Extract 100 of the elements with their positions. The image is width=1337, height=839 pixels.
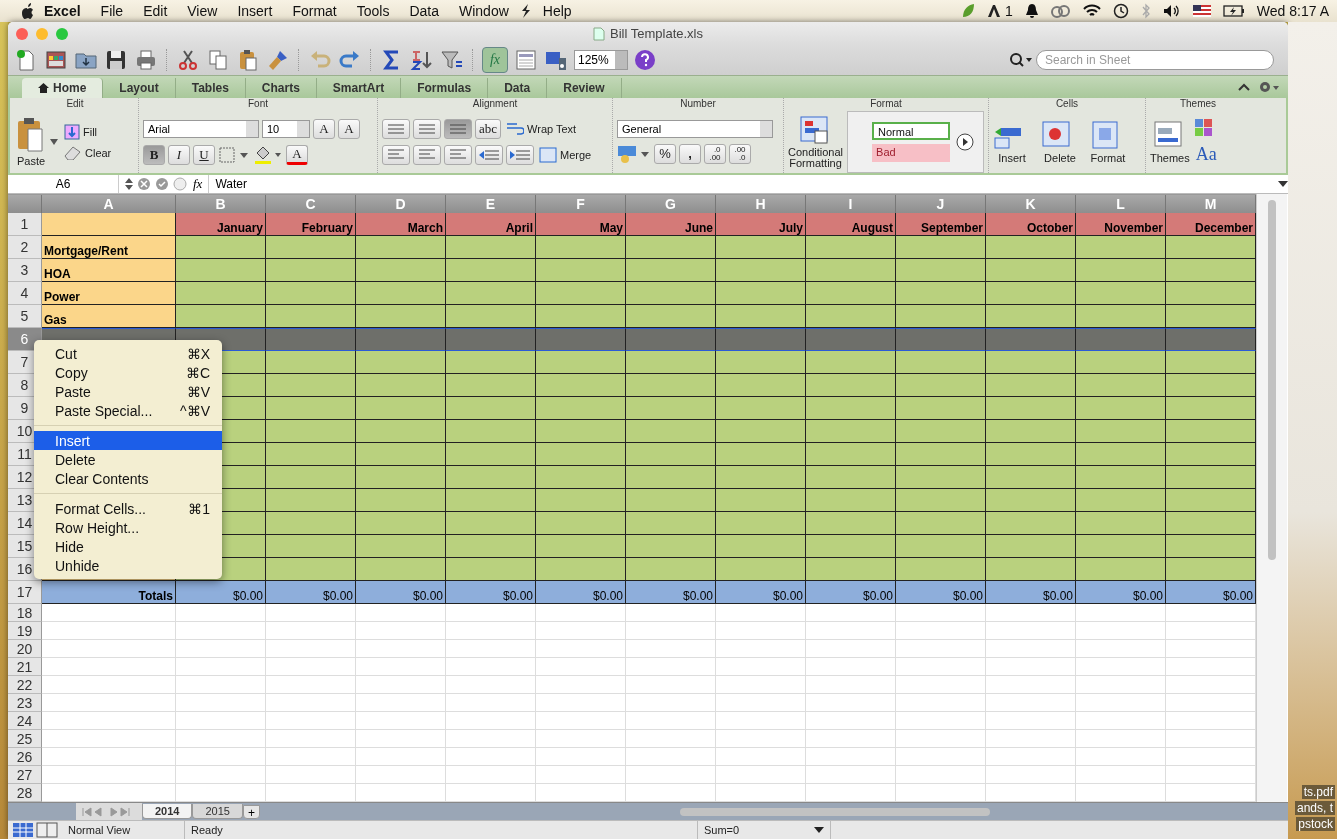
name-box[interactable]: A6: [8, 177, 118, 191]
cell-styles-gallery[interactable]: Normal Bad: [847, 110, 984, 173]
add-sheet-button[interactable]: +: [242, 804, 260, 819]
cloud-icon[interactable]: [1050, 4, 1071, 18]
number-format-field[interactable]: General: [617, 119, 773, 138]
volume-icon[interactable]: [1162, 4, 1181, 18]
scrollbar-thumb[interactable]: [680, 807, 990, 816]
leaf-icon[interactable]: [961, 3, 976, 19]
row-header[interactable]: 27: [8, 766, 42, 784]
row-header[interactable]: 18: [8, 604, 42, 622]
merge-button[interactable]: Merge: [537, 146, 594, 163]
paste-button[interactable]: Paste: [16, 116, 46, 167]
page-layout-icon[interactable]: [36, 822, 58, 838]
row-header[interactable]: 5: [8, 305, 42, 328]
increase-decimal-button[interactable]: .00 .0: [729, 143, 751, 164]
row-header[interactable]: 3: [8, 259, 42, 282]
clock-icon[interactable]: [1112, 3, 1129, 19]
menu-item[interactable]: File: [90, 3, 134, 19]
conditional-formatting-button[interactable]: Conditional Formatting: [788, 114, 844, 169]
sheet-tab[interactable]: 2014: [142, 804, 193, 819]
row-header[interactable]: 24: [8, 712, 42, 730]
theme-fonts-button[interactable]: Aa: [1193, 144, 1220, 165]
row-header[interactable]: 1: [8, 213, 42, 236]
clear-button[interactable]: Clear: [62, 145, 114, 160]
menu-item[interactable]: Window: [449, 3, 519, 19]
scrollbar-thumb[interactable]: [1268, 200, 1276, 560]
row-header[interactable]: 4: [8, 282, 42, 305]
shrink-font-button[interactable]: A: [338, 118, 360, 139]
cells-button[interactable]: Delete: [1041, 119, 1079, 164]
row-header[interactable]: 21: [8, 658, 42, 676]
search-field[interactable]: Search in Sheet: [1036, 50, 1274, 70]
menubar-clock[interactable]: Wed 8:17 A: [1256, 3, 1329, 19]
increase-indent-button[interactable]: [506, 144, 534, 165]
borders-icon[interactable]: [218, 144, 250, 165]
dropdown-arrow-icon[interactable]: [50, 138, 58, 145]
function-button[interactable]: fx: [193, 176, 203, 192]
sheet-tab[interactable]: 2015: [192, 804, 243, 819]
confirm-icon[interactable]: [155, 177, 169, 191]
menu-item[interactable]: Data: [399, 3, 449, 19]
formula-field[interactable]: Water: [209, 177, 1278, 191]
adobe-icon[interactable]: [987, 4, 1002, 18]
row-header[interactable]: 20: [8, 640, 42, 658]
row-header[interactable]: 17: [8, 581, 42, 604]
grow-font-button[interactable]: A: [313, 118, 335, 139]
row-header[interactable]: 28: [8, 784, 42, 802]
bell-icon[interactable]: [1024, 3, 1039, 19]
expand-icon[interactable]: [1278, 180, 1288, 188]
menu-item[interactable]: Format: [282, 3, 347, 19]
decrease-decimal-button[interactable]: .0 .00: [704, 143, 726, 164]
cells-button[interactable]: Insert: [993, 119, 1031, 164]
orientation-button[interactable]: abc: [475, 118, 502, 139]
collapse-icon[interactable]: [1238, 83, 1250, 91]
normal-view-icon[interactable]: [12, 822, 34, 838]
close-icon[interactable]: [16, 27, 28, 40]
cell-style[interactable]: Bad: [872, 143, 951, 162]
vertical-align-button[interactable]: [444, 118, 472, 139]
row-header[interactable]: 22: [8, 676, 42, 694]
worksheet-icon[interactable]: [514, 48, 538, 72]
copy-icon[interactable]: [206, 48, 230, 72]
horizontal-align-button[interactable]: [444, 144, 472, 165]
comma-button[interactable]: ,: [679, 143, 701, 164]
italic-button[interactable]: I: [168, 144, 190, 165]
save-icon[interactable]: [104, 48, 128, 72]
desktop-file-label[interactable]: pstock: [1296, 817, 1335, 831]
font-size-field[interactable]: 10: [262, 119, 310, 138]
wrap-text-button[interactable]: Wrap Text: [504, 120, 579, 137]
vertical-align-button[interactable]: [382, 118, 410, 139]
row-header[interactable]: 19: [8, 622, 42, 640]
wifi-icon[interactable]: [1082, 4, 1101, 18]
menu-item[interactable]: Help: [532, 3, 582, 19]
row-header[interactable]: 25: [8, 730, 42, 748]
menu-item[interactable]: Tools: [346, 3, 400, 19]
fill-button[interactable]: Fill: [62, 123, 114, 140]
help-icon[interactable]: [634, 49, 656, 71]
app-menu[interactable]: Excel: [34, 3, 91, 19]
percent-button[interactable]: %: [654, 143, 676, 164]
menu-item[interactable]: Insert: [227, 3, 283, 19]
font-field[interactable]: Arial: [143, 119, 259, 138]
bold-button[interactable]: B: [143, 144, 165, 165]
cell-style[interactable]: Normal: [872, 121, 951, 140]
stepper-icon[interactable]: [125, 177, 133, 191]
horizontal-align-button[interactable]: [382, 144, 410, 165]
currency-icon[interactable]: [617, 143, 651, 164]
paintbrush-icon[interactable]: [266, 48, 290, 72]
toggle-icon[interactable]: [173, 177, 189, 191]
underline-button[interactable]: U: [193, 144, 215, 165]
font-color-button[interactable]: A: [286, 144, 308, 165]
vertical-align-button[interactable]: [413, 118, 441, 139]
desktop-file-label[interactable]: ands, t: [1294, 801, 1335, 815]
sort-icon[interactable]: [410, 48, 434, 72]
gear-icon[interactable]: [1258, 80, 1280, 94]
themes-button[interactable]: Themes: [1150, 119, 1190, 164]
desktop-file-label[interactable]: ts.pdf: [1301, 785, 1335, 799]
row-header[interactable]: 26: [8, 748, 42, 766]
decrease-indent-button[interactable]: [475, 144, 503, 165]
cells-button[interactable]: Format: [1089, 119, 1127, 164]
fill-color-icon[interactable]: [253, 144, 283, 165]
menu-item[interactable]: View: [177, 3, 228, 19]
battery-icon[interactable]: [1222, 5, 1245, 17]
filter-icon[interactable]: [440, 48, 464, 72]
